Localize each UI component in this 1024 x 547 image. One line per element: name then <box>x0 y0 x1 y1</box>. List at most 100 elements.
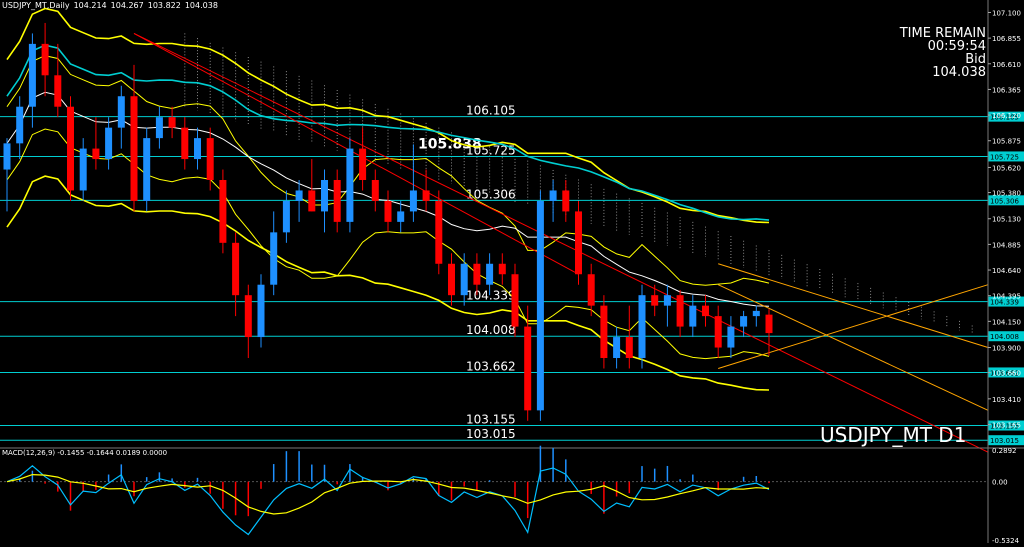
candle-down <box>422 190 430 201</box>
candle-down <box>575 211 582 275</box>
y-tick-label: 105.620 <box>992 164 1021 172</box>
candle-down <box>562 190 570 212</box>
candle-down <box>219 180 227 243</box>
y-tick-label: 106.855 <box>992 35 1021 43</box>
candle-up <box>727 326 735 348</box>
level-axis-label: 105.306 <box>990 197 1019 205</box>
candle-up <box>409 190 417 212</box>
y-tick-label: 104.885 <box>992 241 1021 249</box>
candle-down <box>524 326 532 411</box>
y-tick-label: 103.660 <box>992 370 1021 378</box>
candle-up <box>549 190 557 201</box>
candle-up <box>638 295 646 358</box>
candle-down <box>54 75 62 107</box>
candle-down <box>625 337 633 358</box>
open-value: 104.214 <box>73 1 107 10</box>
y-tick-label: 103.900 <box>992 345 1021 353</box>
y-tick-label: 104.640 <box>992 267 1021 275</box>
candle-up <box>28 43 36 107</box>
candle-down <box>333 180 341 222</box>
candle-up <box>460 263 468 296</box>
y-tick-label: 106.365 <box>992 86 1021 94</box>
macd-tick-label: 0.2892 <box>992 447 1017 455</box>
y-tick-label: 105.130 <box>992 216 1021 224</box>
y-tick-label: 104.395 <box>992 293 1021 301</box>
candle-down <box>702 305 709 317</box>
candle-down <box>308 190 316 212</box>
candle-down <box>130 96 138 201</box>
candle-down <box>168 117 176 128</box>
candle-down <box>765 314 773 334</box>
candle-up <box>397 211 405 222</box>
candle-up <box>194 138 201 160</box>
candle-up <box>105 127 113 160</box>
symbol-timeframe-label: USDJPY_MT D1 <box>820 423 967 447</box>
macd-tick-label: 0.00 <box>992 479 1008 487</box>
candle-up <box>143 138 151 201</box>
candle-up <box>79 148 87 191</box>
y-tick-label: 107.100 <box>992 9 1021 17</box>
symbol-ohlc: USDJPY_MT,Daily 104.214 104.267 103.822 104.… <box>2 1 222 10</box>
candle-up <box>117 96 125 128</box>
macd-label: MACD(12,26,9) -0.1455 -0.1644 0.0189 0.0… <box>2 449 168 457</box>
candle-down <box>676 295 684 327</box>
candle-down <box>435 200 443 264</box>
candle-down <box>41 43 49 76</box>
candle-up <box>613 337 621 358</box>
chart-area[interactable]: 106.105 106.105 105.725 105.725 105.306 105.3… <box>0 0 1024 545</box>
y-tick-label: 105.875 <box>992 138 1021 146</box>
candle-up <box>486 263 494 285</box>
level-label: 104.339 <box>466 289 516 303</box>
low-value: 103.822 <box>147 1 181 10</box>
close-value: 104.038 <box>184 1 218 10</box>
candle-up <box>663 295 671 306</box>
candle-up <box>689 305 697 327</box>
time-remain-panel: TIME REMAIN 00:59:54 Bid 104.038 <box>900 27 986 79</box>
level-label: 104.008 <box>466 323 516 337</box>
level-axis-label: 104.008 <box>990 333 1019 341</box>
level-axis-label: 103.015 <box>990 437 1019 445</box>
candle-up <box>282 200 290 233</box>
level-label: 106.105 <box>466 104 516 118</box>
price-chart[interactable]: 106.105 106.105105.725 105.725105.306 105.3… <box>0 0 1024 545</box>
candle-up <box>16 106 24 144</box>
level-label: 103.015 <box>466 427 516 441</box>
candle-down <box>67 106 74 191</box>
candle-down <box>206 138 214 180</box>
candle-up <box>295 190 303 201</box>
candle-down <box>587 274 595 306</box>
candle-up <box>3 143 11 170</box>
y-tick-label: 104.150 <box>992 318 1021 326</box>
candle-up <box>270 232 278 285</box>
macd-tick-label: -0.5324 <box>992 537 1020 543</box>
candle-down <box>498 263 506 275</box>
candle-down <box>473 263 481 285</box>
level-label: 103.155 <box>466 413 516 427</box>
y-tick-label: 103.165 <box>992 421 1021 429</box>
y-tick-label: 103.410 <box>992 396 1021 404</box>
symbol-name: USDJPY_MT,Daily <box>2 1 70 10</box>
candle-up <box>752 310 760 317</box>
y-tick-label: 106.610 <box>992 61 1021 69</box>
high-value: 104.267 <box>110 1 144 10</box>
y-tick-label: 106.120 <box>992 112 1021 120</box>
bid-value: 104.038 <box>932 65 986 80</box>
level-label: 105.306 <box>466 187 516 201</box>
candle-up <box>321 180 328 212</box>
level-axis-label: 105.725 <box>990 153 1019 161</box>
y-tick-label: 105.380 <box>992 190 1021 198</box>
candle-down <box>448 263 455 296</box>
candle-down <box>232 242 240 296</box>
candle-up <box>346 148 354 222</box>
candle-down <box>600 305 608 358</box>
candle-up <box>740 316 748 327</box>
candle-down <box>92 148 100 160</box>
candle-up <box>155 117 163 139</box>
candle-down <box>244 295 252 338</box>
candle-down <box>359 148 367 180</box>
chart-background <box>0 0 1024 543</box>
candle-down <box>714 316 722 348</box>
candle-down <box>384 200 392 222</box>
candle-down <box>511 274 519 327</box>
level-label: 103.662 <box>466 359 516 373</box>
